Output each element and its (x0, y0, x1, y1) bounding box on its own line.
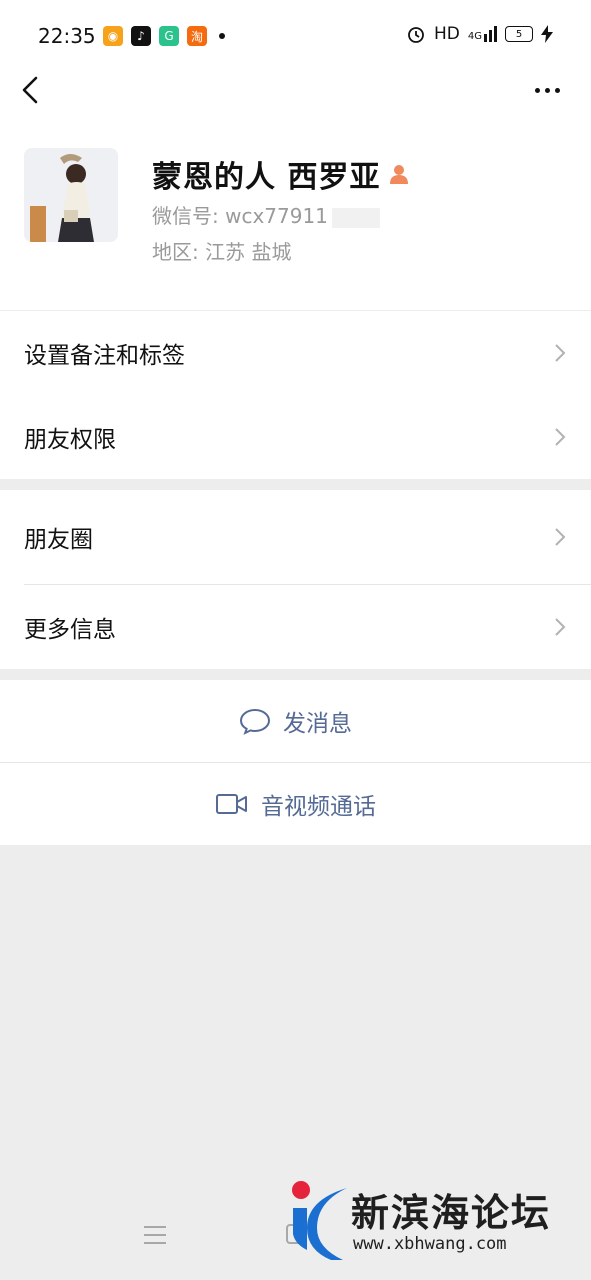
battery-level: 5 (515, 28, 523, 40)
charging-icon (541, 25, 553, 43)
region: 地区: 江苏 盐城 (152, 240, 292, 264)
profile-card: 蒙恩的人 西罗亚 微信号: wcx77911 地区: 江苏 盐城 (0, 130, 591, 310)
green-app-icon: G (159, 26, 179, 46)
row-label: 设置备注和标签 (24, 343, 185, 369)
watermark-url: www.xbhwang.com (353, 1234, 507, 1254)
network-label: HD (434, 24, 460, 44)
chevron-right-icon (555, 344, 566, 362)
status-bar: 22:35 ◉ ♪ G 淘 HD 4G 5 (0, 0, 591, 70)
nav-bar (0, 70, 591, 130)
video-call-label: 音视频通话 (261, 794, 376, 820)
chevron-right-icon (555, 618, 566, 636)
watermark-title: 新滨海论坛 (351, 1191, 552, 1235)
chevron-right-icon (555, 528, 566, 546)
redaction-block (331, 207, 380, 228)
status-app-icons: ◉ ♪ G 淘 (103, 26, 225, 46)
notification-dot-icon (219, 33, 225, 39)
chat-bubble-icon (239, 708, 271, 735)
send-message-label: 发消息 (283, 711, 352, 737)
nickname: 蒙恩的人 西罗亚 (152, 160, 381, 195)
signal-icon: 4G (468, 26, 497, 42)
kuaishou-icon: ◉ (103, 26, 123, 46)
dot-icon (535, 87, 540, 93)
nickname-row: 蒙恩的人 西罗亚 (152, 152, 410, 196)
send-message-button[interactable]: 发消息 (0, 680, 591, 762)
signal-type-label: 4G (467, 31, 482, 42)
more-options-button[interactable] (535, 80, 565, 100)
dot-icon (555, 87, 560, 93)
taobao-icon: 淘 (187, 26, 207, 46)
action-group: 发消息 音视频通话 (0, 680, 591, 845)
wechat-id: 微信号: wcx77911 (152, 204, 328, 228)
douyin-icon: ♪ (131, 26, 151, 46)
person-icon (390, 165, 409, 184)
moments-row[interactable]: 朋友圈 (0, 490, 591, 584)
battery-icon: 5 (505, 26, 533, 42)
more-info-row[interactable]: 更多信息 (0, 585, 591, 669)
chevron-right-icon (555, 428, 566, 446)
video-call-button[interactable]: 音视频通话 (0, 763, 591, 845)
dot-icon (545, 87, 550, 93)
alarm-icon (408, 27, 424, 43)
avatar[interactable] (24, 148, 118, 242)
menu-group-1: 设置备注和标签 朋友权限 (0, 311, 591, 479)
watermark: 新滨海论坛 www.xbhwang.com (287, 1178, 577, 1264)
row-label: 朋友权限 (24, 427, 116, 453)
status-time: 22:35 (38, 24, 96, 48)
back-button[interactable] (18, 72, 48, 108)
row-label: 朋友圈 (24, 527, 93, 553)
video-camera-icon (216, 794, 247, 814)
set-remark-tags-row[interactable]: 设置备注和标签 (0, 311, 591, 395)
row-label: 更多信息 (24, 617, 116, 643)
menu-icon[interactable] (144, 1226, 166, 1244)
watermark-logo-icon (292, 1181, 347, 1260)
wechat-id-line: 微信号: wcx77911 (152, 200, 380, 229)
status-indicators: HD 4G 5 (406, 24, 553, 44)
friend-permissions-row[interactable]: 朋友权限 (0, 395, 591, 479)
menu-group-2: 朋友圈 更多信息 (0, 490, 591, 669)
